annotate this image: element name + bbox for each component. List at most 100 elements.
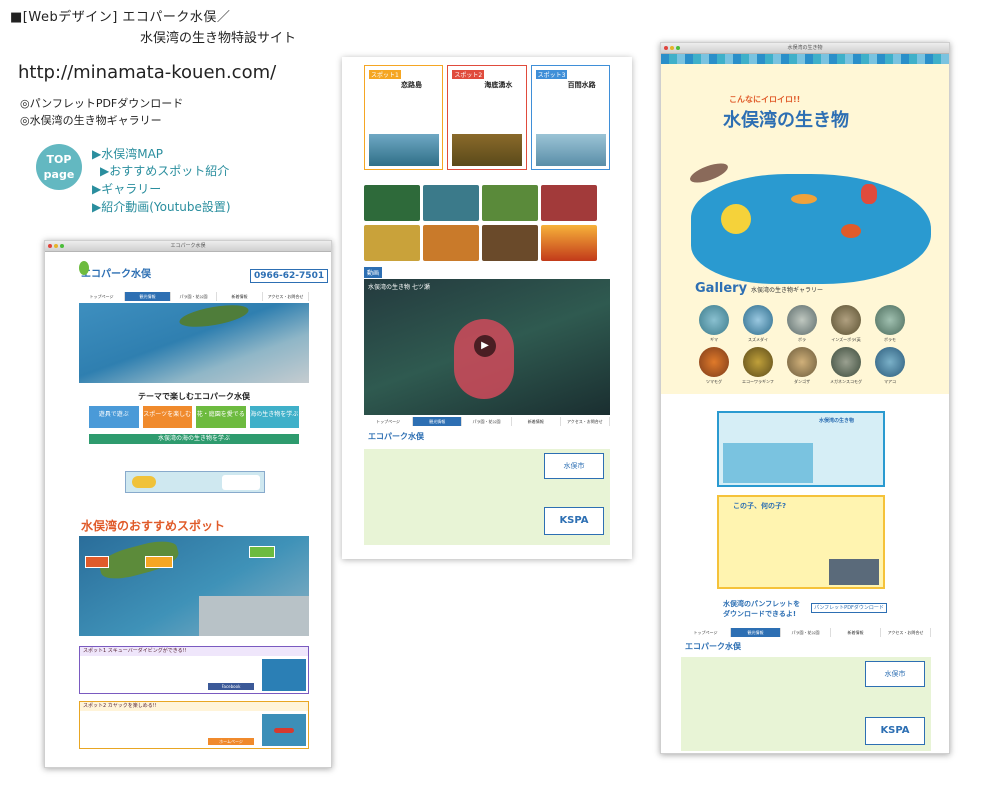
nav-garden[interactable]: パラ園・花公園: [171, 292, 217, 301]
site3-footer-logo[interactable]: エコパーク水俣: [685, 641, 741, 652]
gallery-photo[interactable]: [423, 185, 479, 221]
gallery-photo[interactable]: [482, 185, 538, 221]
gallery-item[interactable]: [743, 347, 773, 377]
theme-garden-button[interactable]: 花・庭園を愛でる: [196, 406, 246, 428]
quiz-photo: [829, 559, 879, 585]
kspa-banner[interactable]: KSPA: [865, 717, 925, 745]
info-diagram: [723, 443, 813, 483]
site1-theme-buttons: 遊具で遊ぶ スポーツを楽しむ 花・庭園を愛でる 海の生き物を学ぶ: [89, 406, 299, 428]
map-marker-3[interactable]: [249, 546, 275, 558]
nav-access[interactable]: アクセス・お問合せ: [881, 628, 931, 637]
nav-news[interactable]: 新着情報: [217, 292, 263, 301]
download-text: 水俣湾のパンフレットをダウンロードできるよ!: [723, 600, 801, 618]
map-marker-2[interactable]: [145, 556, 173, 568]
spot-card-1-tag: スポット1: [369, 70, 401, 79]
nav-access[interactable]: アクセス・お問合せ: [561, 417, 611, 426]
gallery-photo[interactable]: [364, 185, 420, 221]
site1-hero-aerial: [79, 301, 309, 383]
nav-tourism[interactable]: 観光情報: [731, 628, 781, 637]
top-nav-video[interactable]: ▶紹介動画(Youtube設置): [92, 198, 231, 215]
fish-icon[interactable]: [791, 194, 817, 204]
gallery-item[interactable]: [875, 347, 905, 377]
spot-card-1: スポット1 恋路島: [364, 65, 444, 170]
spot2-photo: [262, 714, 306, 746]
gallery-item[interactable]: [743, 305, 773, 335]
map-marker-1[interactable]: [85, 556, 109, 568]
fish-icon[interactable]: [841, 224, 861, 238]
gallery-photo[interactable]: [364, 225, 420, 261]
nav-top[interactable]: トップページ: [79, 292, 125, 301]
nav-news[interactable]: 新着情報: [512, 417, 561, 426]
gallery-photo[interactable]: [482, 225, 538, 261]
page-title-line2: 水俣湾の生き物特設サイト: [140, 31, 297, 46]
spot-card-2-tag: スポット2: [452, 70, 485, 79]
gallery-photo[interactable]: [541, 185, 597, 221]
gallery-item[interactable]: [787, 347, 817, 377]
site2-nav: トップページ 観光情報 パラ園・花公園 新着情報 アクセス・お問合せ: [364, 417, 611, 426]
nav-tourism[interactable]: 観光情報: [125, 292, 171, 301]
bay-map[interactable]: [691, 174, 931, 284]
nav-news[interactable]: 新着情報: [831, 628, 881, 637]
spot-card-1-name: 恋路島: [401, 81, 422, 89]
download-link-gallery[interactable]: ◎水俣湾の生き物ギャラリー: [20, 112, 162, 128]
nav-garden[interactable]: パラ園・花公園: [462, 417, 512, 426]
theme-sea-button[interactable]: 海の生き物を学ぶ: [249, 406, 299, 428]
site3-hero: こんなにイロイロ!! 水俣湾の生き物: [661, 64, 949, 394]
site3-window: 水俣湾の生き物 こんなにイロイロ!! 水俣湾の生き物 Gallery 水俣湾の生…: [660, 42, 950, 754]
kayak-shape: [274, 728, 294, 733]
site1-nav: トップページ 観光情報 パラ園・花公園 新着情報 アクセス・お問合せ: [79, 292, 309, 301]
site2-footer-logo[interactable]: エコパーク水俣: [368, 431, 424, 442]
page-title-line1: ■[Webデザイン] エコパーク水俣／: [10, 10, 231, 25]
site1-spot-map[interactable]: [79, 536, 309, 636]
play-icon[interactable]: ▶: [474, 335, 496, 357]
gallery-photo[interactable]: [541, 225, 597, 261]
site1-logo[interactable]: エコパーク水俣: [81, 265, 151, 280]
facebook-button[interactable]: Facebook: [208, 683, 254, 690]
site1-sea-banner[interactable]: 水俣湾の海の生き物を学ぶ: [89, 434, 299, 444]
top-nav-map[interactable]: ▶水俣湾MAP: [92, 145, 163, 162]
seahorse-icon[interactable]: [861, 184, 877, 204]
nav-access[interactable]: アクセス・お問合せ: [263, 292, 309, 301]
site1-spot1-card: スポット1 スキューバーダイビングができる!! Facebook: [79, 646, 309, 694]
hero-title: 水俣湾の生き物: [723, 110, 849, 131]
pdf-download-button[interactable]: パンフレットPDFダウンロード: [811, 603, 887, 613]
hero-subtitle: こんなにイロイロ!!: [729, 95, 801, 104]
nav-top[interactable]: トップページ: [364, 417, 414, 426]
spot-card-3: スポット3 百間水路: [530, 65, 610, 170]
gallery-label: ボラモ: [884, 337, 896, 342]
nav-top[interactable]: トップページ: [681, 628, 731, 637]
city-banner[interactable]: 水俣市: [865, 661, 925, 687]
spot1-photo: [262, 659, 306, 691]
site-url[interactable]: http://minamata-kouen.com/: [18, 62, 276, 83]
nav-tourism[interactable]: 観光情報: [413, 417, 463, 426]
spot-card-3-name: 百間水路: [567, 81, 596, 89]
video-player[interactable]: 水俣湾の生き物 七ツ瀬 ▶: [364, 279, 610, 415]
theme-play-button[interactable]: 遊具で遊ぶ: [89, 406, 139, 428]
gallery-photo[interactable]: [423, 225, 479, 261]
homepage-button[interactable]: ホームページ: [208, 738, 254, 745]
city-banner[interactable]: 水俣市: [544, 453, 604, 479]
top-nav-spot[interactable]: ▶おすすめスポット紹介: [100, 162, 229, 179]
gallery-label: インズーボラ(英: [831, 337, 861, 342]
gallery-label: ダンゴザ: [794, 379, 810, 384]
gallery-label: メガネンスコモグ: [830, 379, 862, 384]
nav-garden[interactable]: パラ園・花公園: [781, 628, 831, 637]
fish-icon: [132, 476, 156, 488]
gallery-item[interactable]: [699, 305, 729, 335]
info-circle[interactable]: [721, 204, 751, 234]
gallery-label: マアコ: [884, 379, 896, 384]
top-nav-gallery[interactable]: ▶ギャラリー: [92, 180, 161, 197]
download-link-pdf[interactable]: ◎パンフレットPDFダウンロード: [20, 95, 183, 111]
gallery-item[interactable]: [699, 347, 729, 377]
site3-footer: 水俣市 KSPA: [681, 657, 931, 751]
site1-special-banner[interactable]: [125, 471, 265, 493]
site1-spot2-card: スポット2 カヤックを楽しめる!! ホームページ: [79, 701, 309, 749]
gallery-item[interactable]: [875, 305, 905, 335]
gallery-item[interactable]: [787, 305, 817, 335]
theme-sports-button[interactable]: スポーツを楽しむ: [142, 406, 192, 428]
spot-card-3-photo: [535, 134, 606, 166]
gallery-item[interactable]: [831, 347, 861, 377]
kspa-banner[interactable]: KSPA: [544, 507, 604, 535]
gallery-item[interactable]: [831, 305, 861, 335]
site1-special-title: 水俣湾のおすすめスポット: [81, 519, 226, 533]
